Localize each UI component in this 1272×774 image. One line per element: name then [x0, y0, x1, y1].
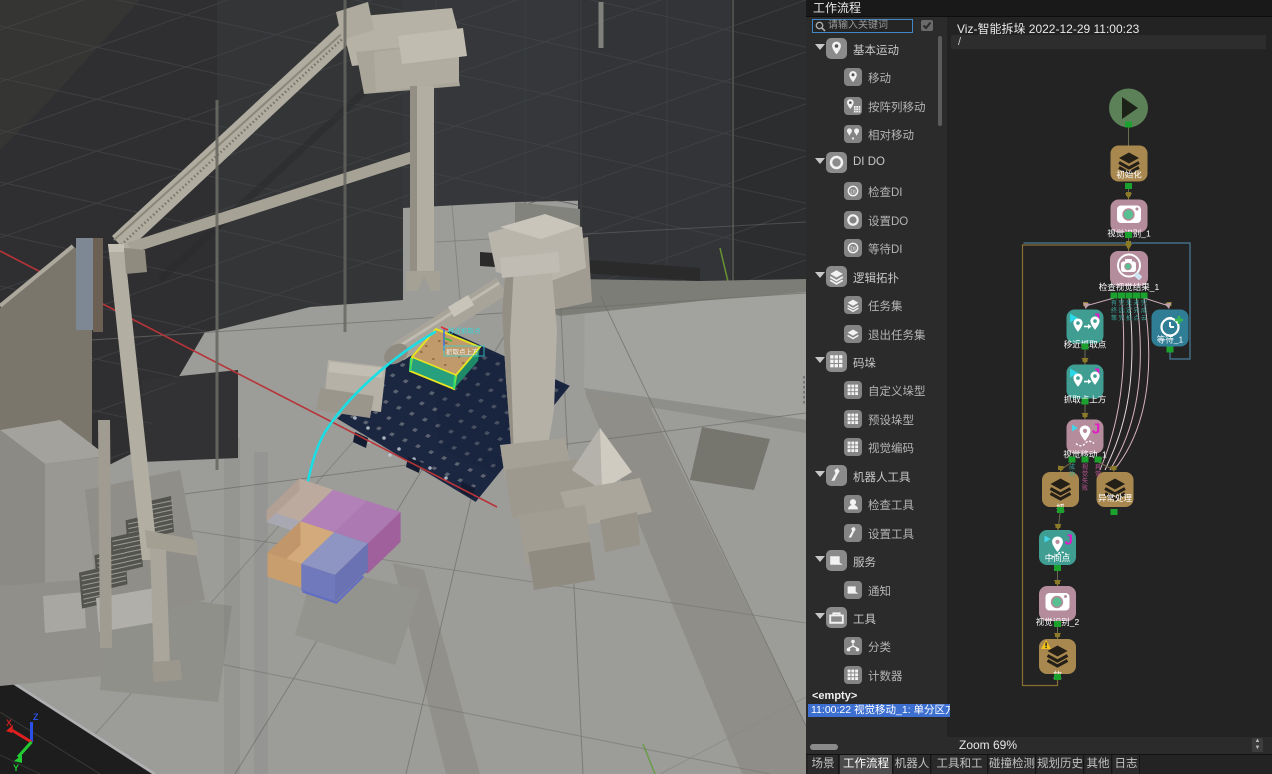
- svg-text:未: 未: [1133, 299, 1139, 307]
- svg-text:异: 异: [1095, 464, 1101, 471]
- svg-text:初始化: 初始化: [1116, 170, 1142, 180]
- svg-text:异常处理: 异常处理: [1098, 493, 1133, 503]
- svg-text:DI: DI: [850, 246, 855, 252]
- svg-text:Y: Y: [13, 763, 19, 773]
- svg-text:拍: 拍: [1126, 314, 1132, 322]
- svg-text:完: 完: [1118, 299, 1124, 307]
- svg-text:完: 完: [1118, 314, 1124, 322]
- svg-text:中间点: 中间点: [1045, 553, 1071, 563]
- svg-text:Z: Z: [33, 712, 39, 722]
- svg-text:败: 败: [1082, 484, 1088, 492]
- svg-text:点: 点: [1133, 314, 1139, 322]
- svg-text:移近抓取点: 移近抓取点: [448, 326, 481, 335]
- svg-text:功: 功: [1069, 470, 1075, 478]
- svg-text:觉: 觉: [1082, 470, 1088, 478]
- svg-text:策: 策: [1111, 314, 1117, 322]
- svg-text:失: 失: [1082, 477, 1088, 485]
- svg-text:完: 完: [1133, 307, 1139, 315]
- svg-text:等待_1: 等待_1: [1157, 335, 1184, 345]
- svg-text:J: J: [1065, 532, 1073, 549]
- svg-text:定: 定: [1126, 307, 1132, 315]
- svg-text:有: 有: [1111, 299, 1117, 307]
- svg-text:终: 终: [1111, 307, 1117, 315]
- svg-text:X: X: [6, 718, 12, 728]
- svg-text:选: 选: [1118, 307, 1124, 315]
- svg-text:视: 视: [1082, 463, 1088, 471]
- svg-text:抓取点上方: 抓取点上方: [446, 347, 479, 356]
- svg-text:成: 成: [1069, 463, 1075, 471]
- svg-text:J: J: [1092, 421, 1100, 438]
- svg-text:常: 常: [1095, 470, 1101, 478]
- svg-text:检查视觉结果_1: 检查视觉结果_1: [1099, 282, 1160, 292]
- svg-text:DI: DI: [850, 190, 855, 196]
- svg-text:成: 成: [1141, 307, 1147, 315]
- svg-text:采: 采: [1126, 299, 1132, 307]
- svg-text:云: 云: [1141, 315, 1147, 322]
- svg-text:完: 完: [1141, 299, 1147, 307]
